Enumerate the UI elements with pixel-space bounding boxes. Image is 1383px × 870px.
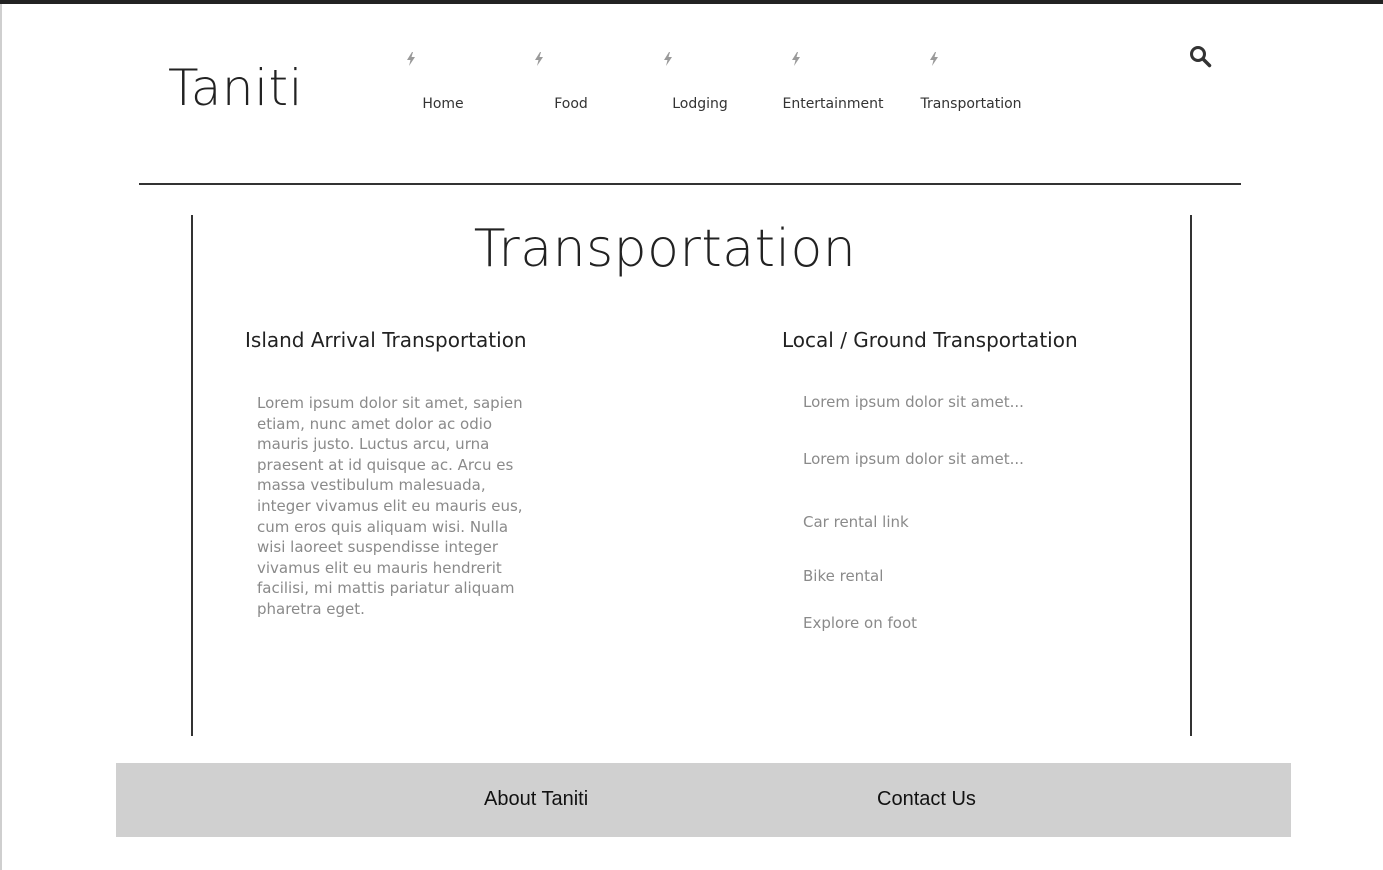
ground-transport-heading: Local / Ground Transportation — [782, 328, 1078, 352]
nav-label: Lodging — [672, 96, 728, 112]
nav-label: Home — [422, 96, 464, 112]
site-logo[interactable]: Taniti — [168, 58, 303, 118]
right-content-border — [1190, 215, 1192, 736]
nav-item-lodging[interactable]: Lodging — [635, 50, 765, 120]
header-divider — [139, 183, 1241, 185]
left-edge-border — [0, 4, 2, 870]
bolt-icon — [535, 52, 543, 66]
nav-item-transportation[interactable]: Transportation — [906, 50, 1036, 120]
car-rental-link[interactable]: Car rental link — [803, 513, 909, 531]
about-taniti-link[interactable]: About Taniti — [484, 788, 588, 811]
nav-item-entertainment[interactable]: Entertainment — [768, 50, 898, 120]
ground-transport-item[interactable]: Lorem ipsum dolor sit amet... — [803, 450, 1024, 468]
contact-us-link[interactable]: Contact Us — [877, 788, 976, 811]
ground-transport-item[interactable]: Lorem ipsum dolor sit amet... — [803, 393, 1024, 411]
bolt-icon — [792, 52, 800, 66]
nav-item-home[interactable]: Home — [378, 50, 508, 120]
nav-label: Entertainment — [782, 96, 884, 112]
top-border-bar — [0, 0, 1383, 4]
nav-item-food[interactable]: Food — [506, 50, 636, 120]
island-arrival-body: Lorem ipsum dolor sit amet, sapien etiam… — [257, 394, 523, 618]
island-arrival-heading: Island Arrival Transportation — [245, 328, 527, 352]
explore-on-foot-link[interactable]: Explore on foot — [803, 614, 917, 632]
left-content-border — [191, 215, 193, 736]
bike-rental-link[interactable]: Bike rental — [803, 567, 883, 585]
nav-label: Transportation — [920, 96, 1022, 112]
footer-bar — [116, 763, 1291, 837]
bolt-icon — [930, 52, 938, 66]
page-title: Transportation — [473, 219, 857, 279]
bolt-icon — [664, 52, 672, 66]
bolt-icon — [407, 52, 415, 66]
nav-label: Food — [554, 96, 588, 112]
search-icon[interactable] — [1188, 44, 1212, 68]
